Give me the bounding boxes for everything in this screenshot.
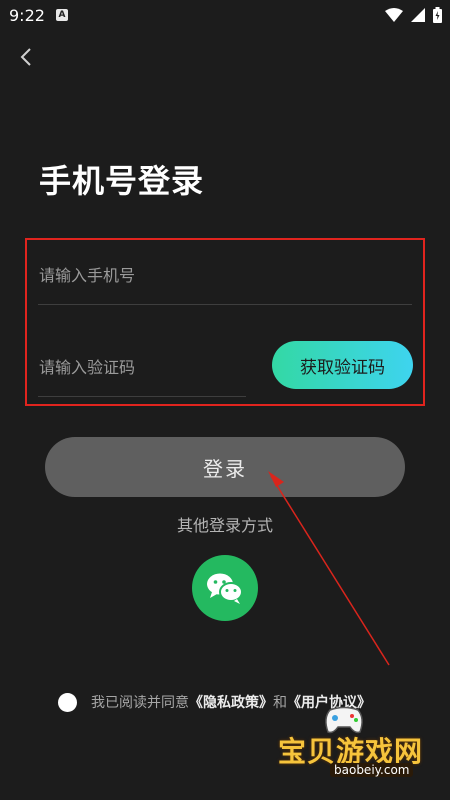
back-button[interactable] bbox=[14, 43, 40, 71]
code-input-underline bbox=[38, 396, 246, 397]
watermark: 宝贝游戏网 baobeiy.com bbox=[278, 700, 438, 790]
page-title: 手机号登录 bbox=[39, 162, 205, 200]
get-code-button[interactable]: 获取验证码 bbox=[272, 341, 413, 389]
privacy-policy-link[interactable]: 《隐私政策》 bbox=[189, 695, 273, 711]
status-bar: 9:22 A bbox=[0, 0, 450, 32]
code-input[interactable]: 请输入验证码 bbox=[39, 354, 135, 378]
phone-input[interactable]: 请输入手机号 bbox=[39, 262, 135, 286]
login-form: 请输入手机号 请输入验证码 获取验证码 bbox=[25, 238, 425, 406]
wechat-icon bbox=[207, 573, 243, 604]
wifi-icon bbox=[385, 8, 403, 22]
notification-a-icon: A bbox=[56, 9, 68, 21]
wechat-login-button[interactable] bbox=[192, 555, 258, 621]
login-button[interactable]: 登录 bbox=[45, 437, 405, 497]
chevron-left-icon bbox=[20, 48, 31, 66]
status-time: 9:22 bbox=[9, 6, 45, 25]
agreement-prefix: 我已阅读并同意 bbox=[91, 695, 189, 711]
watermark-url: baobeiy.com bbox=[330, 763, 414, 777]
phone-input-underline bbox=[38, 304, 412, 305]
agree-checkbox[interactable] bbox=[58, 692, 77, 712]
status-icons bbox=[385, 7, 442, 23]
other-login-methods-label: 其他登录方式 bbox=[176, 516, 273, 535]
signal-icon bbox=[411, 8, 425, 22]
battery-icon bbox=[433, 7, 442, 23]
